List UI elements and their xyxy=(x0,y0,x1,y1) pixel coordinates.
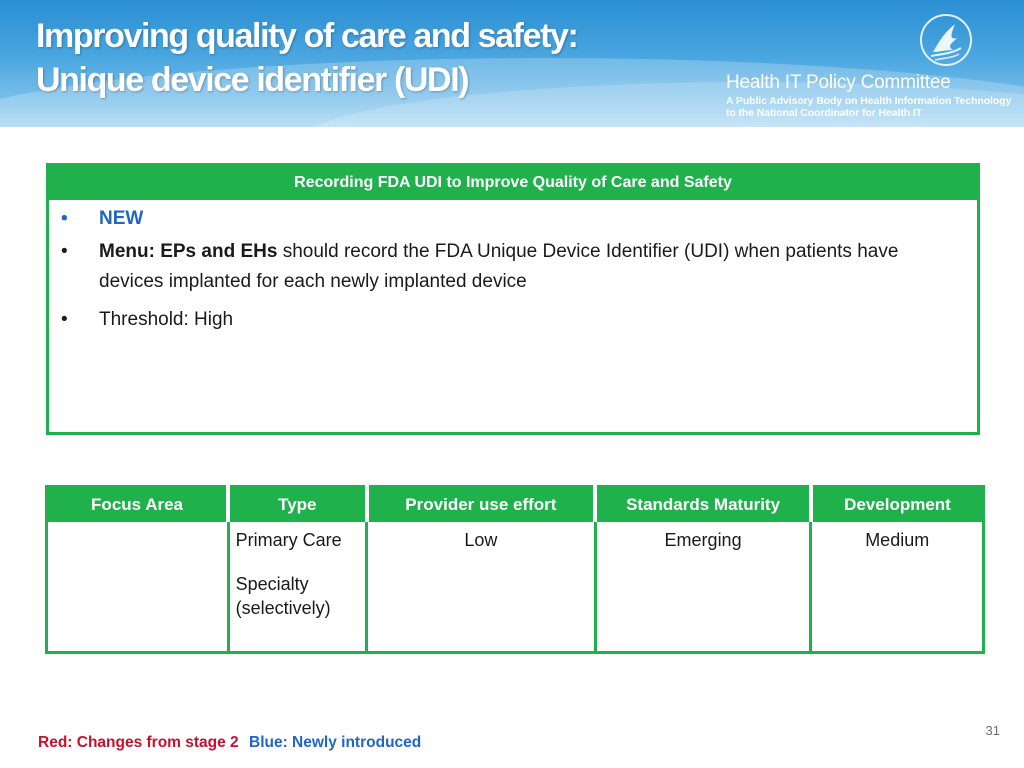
org-subtitle-line-1: A Public Advisory Body on Health Informa… xyxy=(726,95,1012,107)
cell-provider-use-effort: Low xyxy=(365,522,596,653)
hhs-eagle-icon xyxy=(920,14,972,66)
slide-title: Improving quality of care and safety: Un… xyxy=(36,14,579,102)
attributes-table: Focus Area Type Provider use effort Stan… xyxy=(45,485,985,654)
cell-focus-area xyxy=(47,522,229,653)
measure-box: Recording FDA UDI to Improve Quality of … xyxy=(46,163,980,435)
slide-title-line-1: Improving quality of care and safety: xyxy=(36,17,579,55)
legend-blue-new: Blue: Newly introduced xyxy=(249,734,422,751)
cell-type-specialty-line-1: Specialty xyxy=(235,574,309,594)
bullet-menu: Menu: EPs and EHs should record the FDA … xyxy=(59,237,967,297)
org-subtitle: A Public Advisory Body on Health Informa… xyxy=(726,95,1011,119)
header-development: Development xyxy=(808,486,984,522)
bullet-threshold: Threshold: High xyxy=(59,305,967,335)
measure-heading: Recording FDA UDI to Improve Quality of … xyxy=(49,166,977,200)
cell-type-specialty-line-2: (selectively) xyxy=(235,598,331,618)
cell-type: Primary Care Specialty (selectively) xyxy=(226,522,367,653)
header-focus-area: Focus Area xyxy=(46,486,229,522)
table-header-row: Focus Area Type Provider use effort Stan… xyxy=(46,486,984,522)
cell-type-specialty: Specialty (selectively) xyxy=(236,572,359,620)
table-row: Primary Care Specialty (selectively) Low … xyxy=(47,522,984,653)
legend-red-changes: Red: Changes from stage 2 xyxy=(38,734,239,751)
color-legend: Red: Changes from stage 2 Blue: Newly in… xyxy=(38,734,421,752)
cell-development: Medium xyxy=(809,522,984,653)
header-standards-maturity: Standards Maturity xyxy=(593,486,811,522)
header-provider-use-effort: Provider use effort xyxy=(364,486,596,522)
bullet-menu-label: Menu: EPs and EHs xyxy=(99,241,278,262)
cell-standards-maturity: Emerging xyxy=(593,522,811,653)
org-name: Health IT Policy Committee xyxy=(726,72,951,93)
slide-header: Improving quality of care and safety: Un… xyxy=(0,0,1024,127)
cell-type-primary-care: Primary Care xyxy=(235,530,342,550)
org-subtitle-line-2: to the National Coordinator for Health I… xyxy=(726,107,922,119)
slide-title-line-2: Unique device identifier (UDI) xyxy=(36,61,470,99)
measure-bullet-list: NEW Menu: EPs and EHs should record the … xyxy=(49,200,977,335)
slide-number: 31 xyxy=(985,723,1000,738)
bullet-new: NEW xyxy=(59,204,967,234)
header-type: Type xyxy=(226,486,367,522)
